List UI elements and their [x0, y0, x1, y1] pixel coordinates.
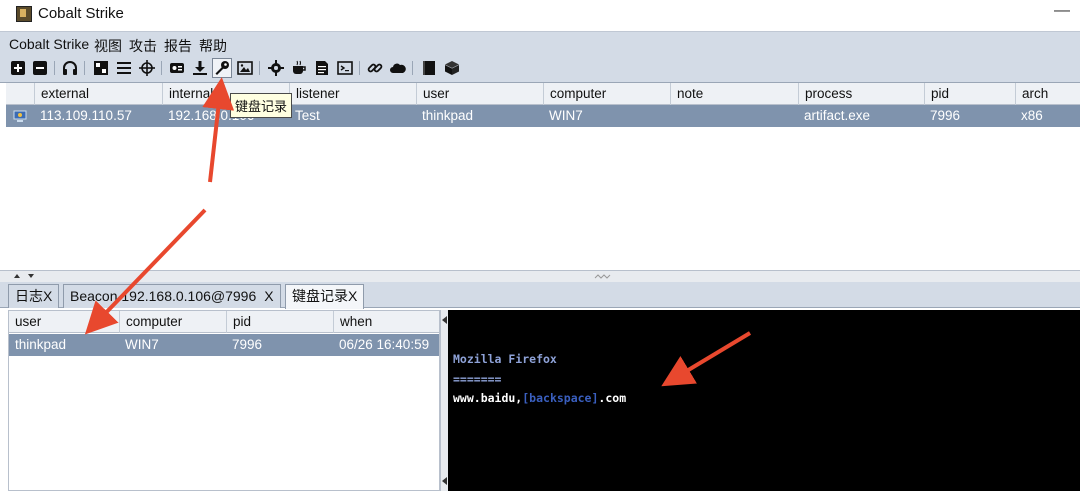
- toolbar-separator: [259, 61, 260, 75]
- console-special-key: [backspace]: [522, 391, 599, 405]
- console-title-underline: =======: [453, 372, 502, 386]
- split-pane-divider[interactable]: [0, 270, 1080, 282]
- menu-reports[interactable]: 报告: [164, 36, 192, 56]
- tab-event-log[interactable]: 日志X: [8, 284, 60, 308]
- column-header-pid[interactable]: pid: [226, 311, 333, 333]
- toolbar: [0, 55, 1080, 83]
- column-header-user[interactable]: user: [416, 83, 543, 105]
- keylog-user: thinkpad: [15, 337, 67, 352]
- cloud-icon[interactable]: [390, 60, 406, 76]
- session-computer: WIN7: [549, 108, 583, 123]
- target-crosshair-icon[interactable]: [139, 60, 155, 76]
- toolbar-separator: [359, 61, 360, 75]
- menu-cobalt-strike[interactable]: Cobalt Strike: [9, 36, 89, 52]
- table-row[interactable]: 113.109.110.57 192.168.0.106 Test thinkp…: [6, 105, 1080, 127]
- keystrokes-scrollbar[interactable]: [440, 310, 448, 491]
- console-icon[interactable]: [337, 60, 353, 76]
- tab-close-button[interactable]: X: [264, 288, 273, 304]
- pivot-graph-icon[interactable]: [93, 60, 109, 76]
- keystrokes-table: user computer pid when thinkpad WIN7 799…: [8, 310, 440, 491]
- menu-bar: Cobalt Strike 视图 攻击 报告 帮助: [0, 31, 1080, 55]
- column-header-when[interactable]: when: [333, 311, 439, 333]
- keystrokes-table-header: user computer pid when: [9, 311, 439, 333]
- column-header-note[interactable]: note: [670, 83, 797, 105]
- computer-session-icon: [12, 109, 28, 123]
- column-header-arch[interactable]: arch: [1015, 83, 1080, 105]
- scroll-left-arrow-icon[interactable]: [441, 316, 448, 324]
- cobalt-strike-logo-icon: [16, 6, 32, 22]
- console-window-title: Mozilla Firefox: [453, 352, 557, 366]
- disconnect-icon[interactable]: [32, 60, 48, 76]
- minimize-button[interactable]: —: [1053, 2, 1071, 20]
- toolbar-separator: [84, 61, 85, 75]
- column-header-pid[interactable]: pid: [924, 83, 1014, 105]
- title-bar: Cobalt Strike —: [0, 0, 1080, 30]
- keylog-pid: 7996: [232, 337, 263, 352]
- console-text: .com: [598, 391, 627, 405]
- tab-label: 键盘记录: [292, 288, 348, 304]
- session-arch: x86: [1021, 108, 1043, 123]
- document-icon[interactable]: [314, 60, 330, 76]
- column-header-listener[interactable]: listener: [289, 83, 416, 105]
- session-listener: Test: [295, 108, 320, 123]
- sessions-table-header: external internal listener user computer…: [6, 83, 1080, 105]
- keylogger-key-icon[interactable]: [212, 58, 232, 78]
- keylog-when: 06/26 16:40:59: [339, 337, 430, 352]
- session-list-icon[interactable]: [116, 60, 132, 76]
- console-keystroke-line: www.baidu,[backspace].com: [453, 391, 626, 405]
- tab-beacon[interactable]: Beacon 192.168.0.106@7996 X: [63, 284, 281, 308]
- scroll-left-arrow-icon[interactable]: [441, 477, 448, 485]
- coffee-icon[interactable]: [291, 60, 307, 76]
- column-header-computer[interactable]: computer: [543, 83, 670, 105]
- table-row[interactable]: thinkpad WIN7 7996 06/26 16:40:59: [9, 334, 439, 356]
- menu-view[interactable]: 视图: [94, 36, 122, 56]
- session-process: artifact.exe: [804, 108, 871, 123]
- column-header-external[interactable]: external: [34, 83, 161, 105]
- drag-grip-icon: [594, 274, 611, 279]
- menu-help[interactable]: 帮助: [199, 36, 227, 56]
- window-title: Cobalt Strike: [38, 5, 124, 22]
- tab-close-button[interactable]: X: [43, 288, 52, 304]
- collapse-arrows-icon[interactable]: [12, 273, 36, 279]
- keylog-computer: WIN7: [125, 337, 159, 352]
- headphones-icon[interactable]: [62, 60, 78, 76]
- toolbar-separator: [412, 61, 413, 75]
- toolbar-separator: [161, 61, 162, 75]
- book-icon[interactable]: [421, 60, 437, 76]
- tab-strip: 日志X Beacon 192.168.0.106@7996 X 键盘记录X: [0, 282, 1080, 309]
- screenshot-icon[interactable]: [237, 60, 253, 76]
- session-user: thinkpad: [422, 108, 474, 123]
- sessions-table: external internal listener user computer…: [6, 83, 1080, 270]
- link-icon[interactable]: [367, 60, 383, 76]
- keystroke-console[interactable]: Mozilla Firefox ======= www.baidu,[backs…: [448, 310, 1080, 491]
- column-header-process[interactable]: process: [798, 83, 925, 105]
- column-header-user[interactable]: user: [9, 311, 119, 333]
- settings-gear-icon[interactable]: [268, 60, 284, 76]
- tab-close-button[interactable]: X: [348, 288, 357, 304]
- download-icon[interactable]: [192, 60, 208, 76]
- menu-attack[interactable]: 攻击: [129, 36, 157, 56]
- credentials-icon[interactable]: [169, 60, 185, 76]
- session-external: 113.109.110.57: [40, 108, 132, 123]
- column-header-computer[interactable]: computer: [119, 311, 226, 333]
- tab-label: Beacon 192.168.0.106@7996: [70, 288, 257, 304]
- toolbar-separator: [54, 61, 55, 75]
- tab-keystrokes[interactable]: 键盘记录X: [285, 284, 365, 309]
- new-connection-icon[interactable]: [10, 60, 26, 76]
- tab-label: 日志: [15, 288, 43, 304]
- package-icon[interactable]: [444, 60, 460, 76]
- session-pid: 7996: [930, 108, 961, 123]
- console-text: www.baidu,: [453, 391, 523, 405]
- keylogger-tooltip: 键盘记录: [230, 93, 293, 118]
